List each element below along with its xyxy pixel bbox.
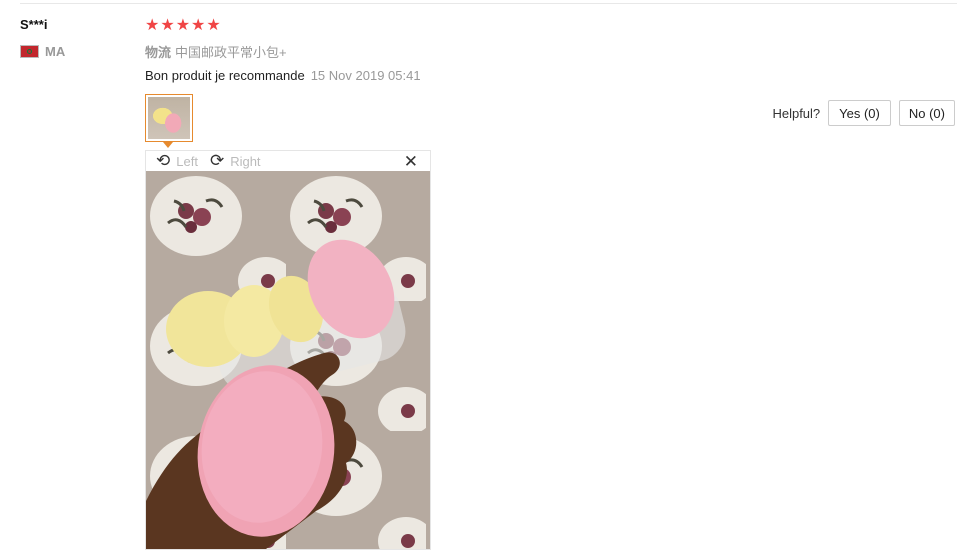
review-date: 15 Nov 2019 05:41 (310, 68, 421, 83)
star-rating: ★ ★ ★ ★ ★ (145, 17, 221, 35)
logistics-label: 物流 (145, 45, 172, 60)
logistics-info: 物流 中国邮政平常小包+ (145, 42, 287, 61)
photo-viewer: ⟲ Left ⟳ Right ✕ (145, 150, 431, 550)
thumbnail-pointer (163, 142, 173, 148)
photo-illustration (146, 171, 430, 549)
review-text: Bon produit je recommande (145, 68, 305, 83)
helpful-label: Helpful? (772, 105, 821, 121)
review-photo-large (146, 171, 430, 549)
helpful-no-button[interactable]: No (0) (898, 100, 955, 126)
logistics-value: 中国邮政平常小包+ (175, 45, 287, 60)
review-photo-thumbnail[interactable] (145, 94, 193, 142)
close-icon[interactable]: ✕ (404, 152, 418, 172)
helpful-yes-button[interactable]: Yes (0) (828, 100, 891, 126)
rotate-left-button[interactable]: ⟲ Left (156, 151, 198, 170)
star-icon: ★ (191, 17, 206, 34)
thumbnail-image (148, 97, 190, 139)
divider-line (20, 3, 957, 4)
reviewer-country: MA (20, 44, 65, 59)
rotate-left-label: Left (176, 153, 198, 169)
rotate-right-label: Right (230, 153, 261, 169)
helpful-votes: Helpful? Yes (0) No (0) (772, 100, 955, 126)
star-icon: ★ (206, 17, 221, 34)
reviewer-name: S***i (20, 17, 48, 32)
rotate-right-button[interactable]: ⟳ Right (209, 151, 261, 170)
rotate-right-icon: ⟳ (209, 151, 225, 170)
star-icon: ★ (175, 17, 191, 34)
review-content: Bon produit je recommande 15 Nov 2019 05:… (145, 68, 421, 83)
rotate-left-icon: ⟲ (156, 151, 171, 170)
flag-morocco-icon (20, 45, 39, 58)
viewer-toolbar: ⟲ Left ⟳ Right ✕ (146, 151, 430, 171)
star-icon: ★ (160, 17, 175, 34)
country-code: MA (45, 44, 66, 59)
star-icon: ★ (145, 17, 160, 34)
